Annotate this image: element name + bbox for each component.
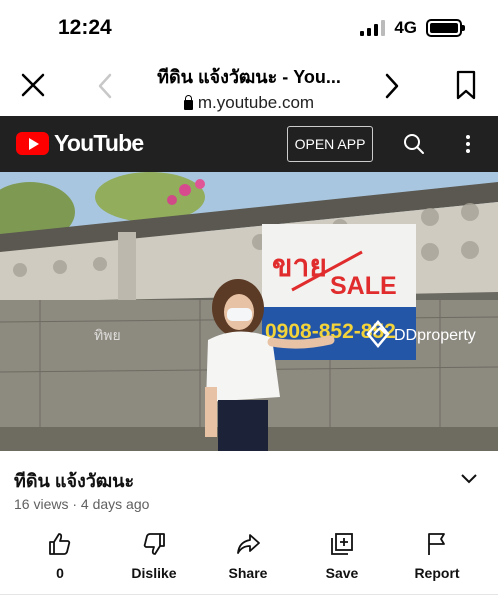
divider: [0, 594, 498, 595]
video-frame: ขาย SALE 0908-852-852 ทิพย DDproperty: [0, 172, 498, 451]
youtube-play-icon: [16, 132, 49, 155]
sign-thai-text: ขาย: [272, 249, 327, 284]
thumbs-down-icon: [143, 533, 165, 555]
video-meta: 16 views · 4 days ago: [14, 496, 150, 512]
bookmark-icon[interactable]: [455, 69, 477, 101]
report-label: Report: [414, 565, 460, 581]
save-playlist-icon: [331, 533, 353, 555]
dislike-label: Dislike: [131, 565, 177, 581]
sign-sale-text: SALE: [330, 272, 397, 300]
back-icon[interactable]: [96, 72, 114, 100]
share-label: Share: [228, 565, 268, 581]
more-vert-icon[interactable]: [464, 134, 472, 154]
page-title: ทีดิน แจ้งวัฒนะ - You...: [157, 67, 341, 87]
youtube-logo[interactable]: YouTube: [16, 130, 144, 157]
forward-icon[interactable]: [383, 72, 401, 100]
like-count: 0: [56, 565, 64, 581]
page-title-block[interactable]: ทีดิน แจ้งวัฒนะ - You... m.youtube.com: [120, 62, 378, 113]
network-label: 4G: [394, 18, 417, 37]
video-title[interactable]: ทีดิน แจ้งวัฒนะ: [14, 466, 134, 495]
clock: 12:24: [58, 16, 112, 39]
battery-icon: [426, 19, 465, 37]
search-icon[interactable]: [402, 132, 426, 156]
url-bar: m.youtube.com: [120, 93, 378, 113]
save-button[interactable]: Save: [302, 529, 382, 581]
video-player[interactable]: ขาย SALE 0908-852-852 ทิพย DDproperty: [0, 172, 498, 451]
flag-icon: [428, 533, 445, 555]
thumbs-up-icon: [49, 533, 71, 555]
youtube-wordmark: YouTube: [54, 130, 144, 156]
lock-icon: [183, 94, 193, 110]
dislike-button[interactable]: Dislike: [114, 529, 194, 581]
status-icons: 4G: [360, 18, 465, 38]
report-button[interactable]: Report: [397, 529, 477, 581]
save-label: Save: [325, 565, 359, 581]
url-text: m.youtube.com: [197, 93, 315, 112]
action-bar: 0 Dislike Share Save Report: [0, 529, 498, 589]
share-button[interactable]: Share: [208, 529, 288, 581]
close-icon[interactable]: [18, 70, 48, 100]
watermark-brand-text: DDproperty: [394, 327, 476, 344]
signal-icon: [360, 20, 386, 36]
chevron-down-icon[interactable]: [460, 473, 478, 485]
status-bar: 12:24 4G: [0, 0, 498, 56]
share-icon: [237, 534, 260, 554]
watermark-left-text: ทิพย: [94, 328, 121, 344]
browser-toolbar: ทีดิน แจ้งวัฒนะ - You... m.youtube.com: [0, 56, 498, 116]
open-app-button[interactable]: OPEN APP: [287, 126, 373, 162]
like-button[interactable]: 0: [20, 529, 100, 581]
